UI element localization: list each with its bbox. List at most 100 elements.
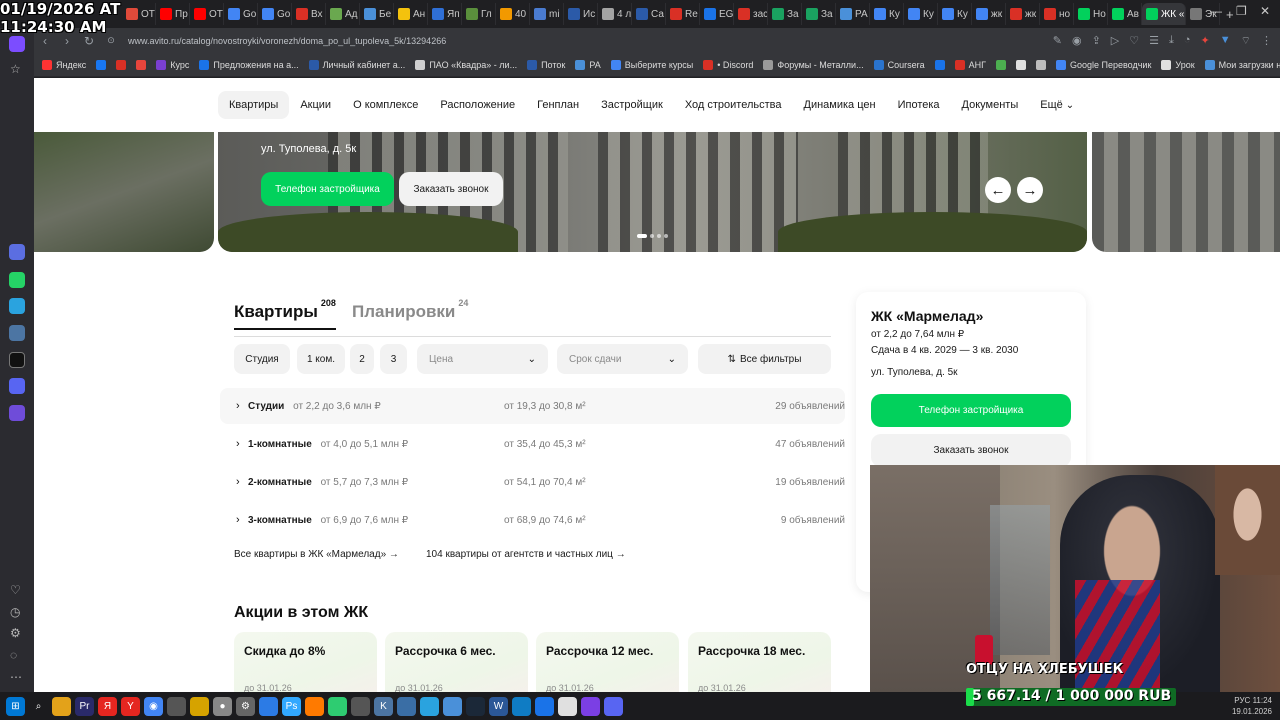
edge-icon[interactable]: [512, 696, 531, 716]
settings-icon[interactable]: ⚙: [236, 696, 255, 716]
promo-card[interactable]: Рассрочка 12 мес. до 31.01.26: [536, 632, 679, 692]
browser-tab[interactable]: Бе: [360, 3, 394, 25]
search-icon[interactable]: ⌕: [29, 697, 48, 716]
more-icon[interactable]: ⋯: [10, 670, 22, 684]
menu-icon[interactable]: ⋮: [1261, 34, 1272, 48]
vk-icon[interactable]: [9, 325, 25, 341]
bookmark-item[interactable]: • Discord: [703, 59, 753, 70]
bookmark-item[interactable]: Яндекс: [42, 59, 86, 70]
steam-icon[interactable]: [466, 696, 485, 716]
messenger-icon[interactable]: [9, 405, 25, 421]
start-icon[interactable]: ⊞: [6, 696, 25, 716]
chrome-icon[interactable]: ◉: [144, 696, 163, 716]
browser-tab[interactable]: ОТ: [190, 3, 224, 25]
browser-tab[interactable]: Яп: [428, 3, 462, 25]
slider-dot[interactable]: [637, 234, 647, 238]
apartment-group-row[interactable]: › 1-комнатные от 4,0 до 5,1 млн ₽ от 35,4 …: [220, 426, 845, 462]
whatsapp-icon[interactable]: [9, 272, 25, 288]
history-icon[interactable]: ◷: [10, 605, 20, 619]
vpn-icon[interactable]: ▼: [1220, 34, 1231, 48]
maximize-icon[interactable]: ❐: [1236, 4, 1247, 18]
browser-tab[interactable]: Ку: [938, 3, 972, 25]
nav-item[interactable]: Акции: [289, 91, 342, 119]
slider-dot[interactable]: [657, 234, 661, 238]
bookmark-item[interactable]: АНГ: [954, 59, 986, 70]
hero-phone-button[interactable]: Телефон застройщика: [261, 172, 394, 206]
browser-tab[interactable]: Но: [1074, 3, 1108, 25]
browser-tab[interactable]: жк: [972, 3, 1006, 25]
bookmark-item[interactable]: Coursera: [873, 59, 925, 70]
x-icon[interactable]: [9, 352, 25, 368]
browser-tab[interactable]: но: [1040, 3, 1074, 25]
app-icon[interactable]: [167, 696, 186, 716]
slider-next-button[interactable]: →: [1017, 177, 1043, 203]
explorer-icon[interactable]: [52, 696, 71, 716]
nav-item[interactable]: Застройщик: [590, 91, 674, 119]
browser-tab[interactable]: Ад: [326, 3, 360, 25]
premiere-icon[interactable]: Pr: [75, 696, 94, 716]
share-icon[interactable]: ⇪: [1092, 34, 1101, 48]
camera-icon[interactable]: ◉: [1072, 34, 1082, 48]
bookmark-item[interactable]: Поток: [527, 59, 565, 70]
extension-icon[interactable]: ✦: [1201, 34, 1210, 48]
deadline-select[interactable]: Срок сдачи ⌄: [557, 344, 688, 374]
bookmark-item[interactable]: Предложения на а...: [199, 59, 299, 70]
apartment-group-row[interactable]: › 2-комнатные от 5,7 до 7,3 млн ₽ от 54,1 …: [220, 464, 845, 500]
telegram-icon[interactable]: [420, 696, 439, 716]
app-icon[interactable]: [351, 696, 370, 716]
bookmark-item[interactable]: Личный кабинет а...: [308, 59, 405, 70]
browser-tab[interactable]: Ку: [870, 3, 904, 25]
yandex-icon[interactable]: Я: [98, 696, 117, 716]
filter-3-room[interactable]: 3: [380, 344, 407, 374]
promo-card[interactable]: Рассрочка 18 мес. до 31.01.26: [688, 632, 831, 692]
filter-2-room[interactable]: 2: [350, 344, 374, 374]
bookmark-item[interactable]: [934, 59, 945, 70]
browser-tab[interactable]: Ис: [564, 3, 598, 25]
filter-studio[interactable]: Студия: [234, 344, 290, 374]
filter-1-room[interactable]: 1 ком.: [297, 344, 345, 374]
browser-tab[interactable]: Пр: [156, 3, 190, 25]
browser-tab[interactable]: ЖК «М: [1142, 3, 1186, 25]
nav-item[interactable]: Ход строительства: [674, 91, 793, 119]
browser-tab[interactable]: Ан: [394, 3, 428, 25]
site-info-icon[interactable]: ⊙: [100, 35, 122, 46]
tab-layouts[interactable]: Планировки 24: [352, 298, 468, 322]
all-apartments-link[interactable]: Все квартиры в ЖК «Мармелад» →: [234, 549, 399, 560]
browser-tab[interactable]: Re: [666, 3, 700, 25]
bookmark-item[interactable]: [116, 59, 127, 70]
profile-icon[interactable]: ◔: [1184, 34, 1191, 48]
app-icon[interactable]: [190, 696, 209, 716]
browser-tab[interactable]: ОТ: [122, 3, 156, 25]
app-icon[interactable]: [328, 696, 347, 716]
vk-icon[interactable]: K: [374, 696, 393, 716]
browser-tab[interactable]: Ку: [904, 3, 938, 25]
promo-card[interactable]: Рассрочка 6 мес. до 31.01.26: [385, 632, 528, 692]
browser-tab[interactable]: Ав: [1108, 3, 1142, 25]
nav-item[interactable]: Ипотека: [887, 91, 951, 119]
tips-icon[interactable]: ◌: [10, 648, 17, 662]
slider-dot[interactable]: [664, 234, 668, 238]
nav-item[interactable]: Квартиры: [218, 91, 290, 119]
bookmark-item[interactable]: Форумы - Металли...: [763, 59, 864, 70]
app-icon[interactable]: [535, 696, 554, 716]
bookmark-item[interactable]: [996, 59, 1006, 70]
discord-icon[interactable]: [604, 696, 623, 716]
bookmark-item[interactable]: РА: [575, 59, 601, 70]
app-icon[interactable]: [397, 696, 416, 716]
url-input[interactable]: www.avito.ru/catalog/novostroyki/voronez…: [128, 36, 446, 46]
app-icon[interactable]: [581, 696, 600, 716]
bookmark-item[interactable]: [136, 59, 147, 70]
system-tray-clock[interactable]: РУС 11:24 19.01.2026: [1232, 695, 1272, 717]
obs-icon[interactable]: ●: [213, 696, 232, 716]
apartment-group-row[interactable]: › 3-комнатные от 6,9 до 7,6 млн ₽ от 68,9 …: [220, 502, 845, 538]
nav-item[interactable]: Генплан: [526, 91, 590, 119]
download-icon[interactable]: ⤓: [1169, 34, 1174, 48]
close-icon[interactable]: ✕: [1260, 4, 1270, 18]
browser-tab[interactable]: Вх: [292, 3, 326, 25]
bookmark-item[interactable]: ПАО «Квадра» - ли...: [415, 59, 517, 70]
slider-prev-button[interactable]: ←: [985, 177, 1011, 203]
browser-tab[interactable]: 40: [496, 3, 530, 25]
star-icon[interactable]: ☆: [10, 62, 21, 76]
bookmark-item[interactable]: Урок: [1161, 59, 1195, 70]
bookmark-item[interactable]: Курс: [156, 59, 189, 70]
